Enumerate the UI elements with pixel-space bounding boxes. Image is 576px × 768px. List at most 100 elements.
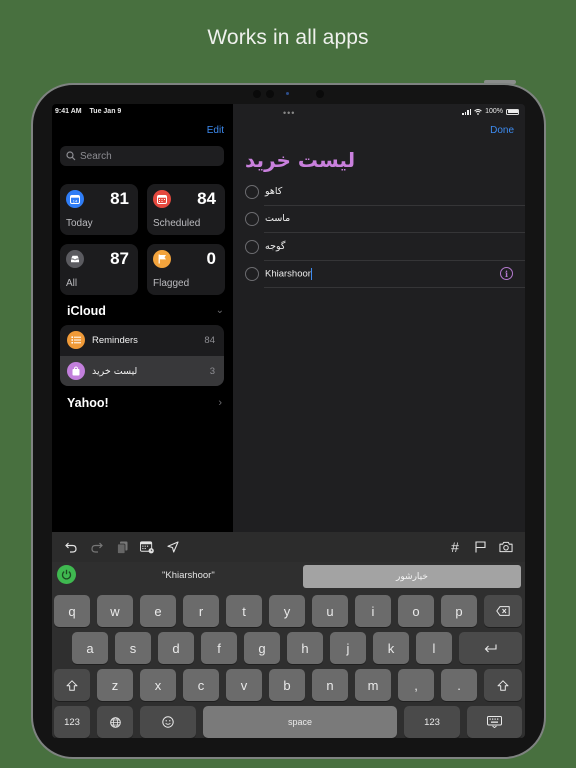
smart-list-all[interactable]: 87 All	[60, 244, 138, 295]
key-y[interactable]: y	[269, 595, 305, 627]
power-icon[interactable]	[57, 565, 76, 584]
suggestion-literal[interactable]: "Khiarshoor"	[162, 570, 215, 581]
divider	[264, 232, 525, 233]
key-c[interactable]: c	[183, 669, 219, 701]
key-m[interactable]: m	[355, 669, 391, 701]
date-icon[interactable]	[140, 540, 154, 554]
account-icloud-title[interactable]: iCloud	[67, 304, 106, 318]
smart-list-scheduled[interactable]: 84 Scheduled	[147, 184, 225, 235]
key-f[interactable]: f	[201, 632, 237, 664]
complete-checkbox[interactable]	[245, 267, 259, 281]
list-item-reminders[interactable]: Reminders 84	[60, 325, 224, 355]
edit-button[interactable]: Edit	[207, 125, 224, 136]
tray-icon	[66, 250, 84, 268]
reminder-item[interactable]: گوجه	[233, 234, 525, 261]
chevron-down-icon[interactable]: ⌄	[216, 305, 224, 316]
dismiss-keyboard-key[interactable]	[467, 706, 522, 738]
text-caret	[310, 268, 312, 280]
shift-key-left[interactable]	[54, 669, 90, 701]
multitask-dots-icon[interactable]: •••	[283, 108, 295, 118]
reminder-item[interactable]: ماست	[233, 206, 525, 233]
today-label: Today	[66, 218, 93, 229]
key-o[interactable]: o	[398, 595, 434, 627]
numbers-key-right[interactable]: 123	[404, 706, 460, 738]
smart-list-today[interactable]: 14 81 Today	[60, 184, 138, 235]
wifi-icon	[474, 108, 482, 115]
key-a[interactable]: a	[72, 632, 108, 664]
copy-icon[interactable]	[115, 540, 129, 554]
shopping-bag-icon	[67, 362, 85, 380]
key-v[interactable]: v	[226, 669, 262, 701]
emoji-icon	[162, 716, 174, 728]
key-q[interactable]: q	[54, 595, 90, 627]
account-yahoo-title[interactable]: Yahoo!	[67, 396, 109, 410]
scheduled-label: Scheduled	[153, 218, 201, 229]
globe-icon	[109, 716, 121, 728]
reminder-text[interactable]: کاهو	[265, 186, 282, 197]
reminder-text-input[interactable]: Khiarshoor	[265, 268, 312, 280]
shift-key-right[interactable]	[484, 669, 522, 701]
redo-icon[interactable]	[90, 540, 104, 554]
space-key[interactable]: space	[203, 706, 397, 738]
globe-key[interactable]	[97, 706, 133, 738]
reminder-text[interactable]: گوجه	[265, 241, 285, 252]
info-icon[interactable]: i	[500, 267, 513, 280]
status-time: 9:41 AM	[55, 108, 82, 115]
key-s[interactable]: s	[115, 632, 151, 664]
emoji-key[interactable]	[140, 706, 196, 738]
sensor-dot	[253, 90, 261, 98]
key-comma[interactable]: ,	[398, 669, 434, 701]
key-k[interactable]: k	[373, 632, 409, 664]
key-r[interactable]: r	[183, 595, 219, 627]
battery-percent: 100%	[485, 108, 503, 115]
key-d[interactable]: d	[158, 632, 194, 664]
undo-icon[interactable]	[64, 540, 78, 554]
calendar-today-icon: 14	[66, 190, 84, 208]
key-z[interactable]: z	[97, 669, 133, 701]
reminder-text[interactable]: ماست	[265, 213, 290, 224]
list-item-shopping[interactable]: لیست خرید 3	[60, 356, 224, 386]
camera-indicator	[286, 92, 289, 95]
done-button[interactable]: Done	[490, 125, 514, 136]
suggestion-bar: "Khiarshoor" خیارشور	[52, 562, 525, 590]
suggestion-transliteration[interactable]: خیارشور	[303, 565, 521, 588]
chevron-right-icon[interactable]: ›	[218, 397, 222, 409]
shift-icon	[66, 679, 78, 691]
key-l[interactable]: l	[416, 632, 452, 664]
key-p[interactable]: p	[441, 595, 477, 627]
reminder-text-value: Khiarshoor	[265, 268, 311, 280]
delete-icon	[496, 606, 510, 616]
key-b[interactable]: b	[269, 669, 305, 701]
key-n[interactable]: n	[312, 669, 348, 701]
complete-checkbox[interactable]	[245, 212, 259, 226]
key-g[interactable]: g	[244, 632, 280, 664]
keyboard-dismiss-icon	[487, 716, 502, 728]
status-date: Tue Jan 9	[89, 108, 122, 115]
reminder-item[interactable]: کاهو	[233, 179, 525, 206]
key-e[interactable]: e	[140, 595, 176, 627]
location-icon[interactable]	[166, 540, 180, 554]
reminder-item-editing[interactable]: Khiarshoor i	[233, 261, 525, 288]
search-field[interactable]: Search	[60, 146, 224, 166]
battery-icon	[506, 108, 519, 115]
key-h[interactable]: h	[287, 632, 323, 664]
camera-icon[interactable]	[499, 540, 513, 554]
return-key[interactable]	[459, 632, 522, 664]
all-label: All	[66, 278, 78, 289]
complete-checkbox[interactable]	[245, 240, 259, 254]
key-t[interactable]: t	[226, 595, 262, 627]
delete-key[interactable]	[484, 595, 522, 627]
hashtag-icon[interactable]: #	[448, 539, 462, 555]
key-x[interactable]: x	[140, 669, 176, 701]
list-count: 84	[204, 334, 215, 346]
key-i[interactable]: i	[355, 595, 391, 627]
search-icon	[66, 151, 76, 161]
key-u[interactable]: u	[312, 595, 348, 627]
smart-list-flagged[interactable]: 0 Flagged	[147, 244, 225, 295]
complete-checkbox[interactable]	[245, 185, 259, 199]
key-j[interactable]: j	[330, 632, 366, 664]
numbers-key-left[interactable]: 123	[54, 706, 90, 738]
key-w[interactable]: w	[97, 595, 133, 627]
flag-outline-icon[interactable]	[473, 540, 487, 554]
key-period[interactable]: .	[441, 669, 477, 701]
